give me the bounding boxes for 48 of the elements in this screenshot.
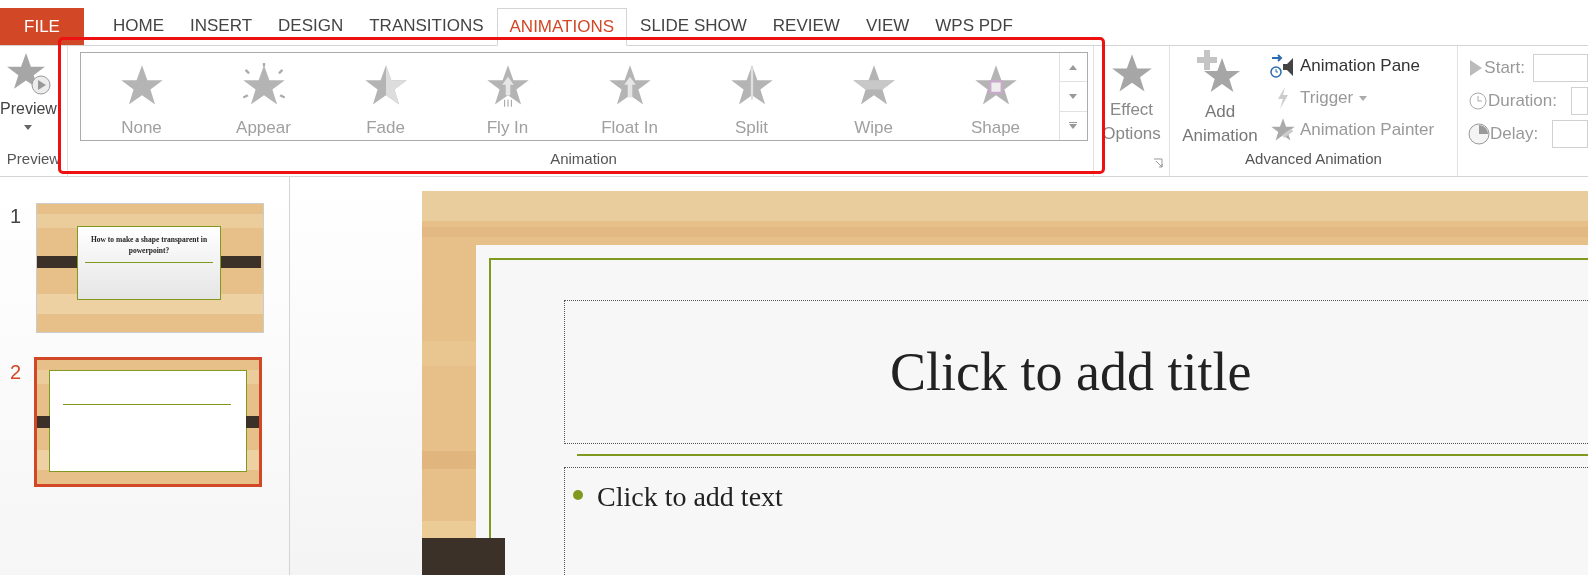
group-label: Animation	[550, 148, 617, 169]
dark-bar	[221, 256, 261, 268]
field-label: Start:	[1484, 57, 1525, 80]
animation-effect[interactable]: Fly In	[446, 53, 569, 140]
clock-icon	[1468, 123, 1490, 145]
dark-tab-shape	[246, 416, 259, 428]
ribbon-tab[interactable]: HOME	[100, 7, 177, 45]
ribbon-command[interactable]: Animation Pane	[1270, 52, 1435, 80]
ribbon-tab[interactable]: REVIEW	[759, 7, 853, 45]
clock-icon	[1468, 91, 1488, 111]
animation-effect[interactable]: None	[80, 53, 203, 140]
group-label: Preview	[6, 148, 61, 169]
ribbon-tab[interactable]: TRANSITIONS	[356, 7, 497, 45]
ribbon-tab[interactable]: SLIDE SHOW	[627, 7, 760, 45]
caret-icon	[1359, 95, 1368, 101]
group-label: Advanced Animation	[1245, 149, 1382, 169]
bullet-icon	[573, 490, 583, 500]
ribbon-tab[interactable]: VIEW	[852, 7, 923, 45]
preview-icon	[5, 51, 52, 97]
body-placeholder-text: Click to add text	[597, 480, 783, 514]
dark-tab-shape	[37, 416, 50, 428]
add-animation-button[interactable]: Add Animation	[1170, 50, 1270, 148]
slide-number: 1	[10, 204, 23, 229]
ribbon-tab[interactable]: INSERT	[177, 7, 266, 45]
ribbon-tab[interactable]: WPS PDF	[922, 7, 1026, 45]
input-field[interactable]	[1552, 120, 1588, 148]
animation-pane-icon	[1270, 53, 1296, 79]
input-field[interactable]	[1571, 87, 1588, 115]
dialog-launcher-icon[interactable]	[1153, 158, 1163, 168]
animation-effect[interactable]: Wipe	[812, 53, 935, 140]
field-label: Duration:	[1488, 90, 1557, 113]
file-tab[interactable]: FILE	[0, 8, 84, 45]
animation-effect[interactable]: Split	[690, 53, 813, 140]
slide-number: 2	[10, 360, 23, 385]
gallery-scrollbar[interactable]	[1058, 53, 1087, 140]
painter-icon	[1270, 117, 1296, 143]
dark-bar	[37, 256, 77, 268]
animation-effect[interactable]: Appear	[202, 53, 325, 140]
title-placeholder-text: Click to add title	[890, 340, 1252, 404]
preview-button[interactable]: Preview	[0, 51, 57, 130]
input-field[interactable]	[1532, 54, 1588, 82]
field-label: Delay:	[1490, 123, 1539, 146]
animation-effect[interactable]: Shape	[934, 53, 1057, 140]
ribbon-tab[interactable]: ANIMATIONS	[496, 8, 628, 46]
ribbon-tab[interactable]: DESIGN	[265, 7, 357, 45]
animation-effect[interactable]: Fade	[324, 53, 447, 140]
caret-icon	[24, 125, 33, 130]
animation-effect[interactable]: Float In	[568, 53, 691, 140]
